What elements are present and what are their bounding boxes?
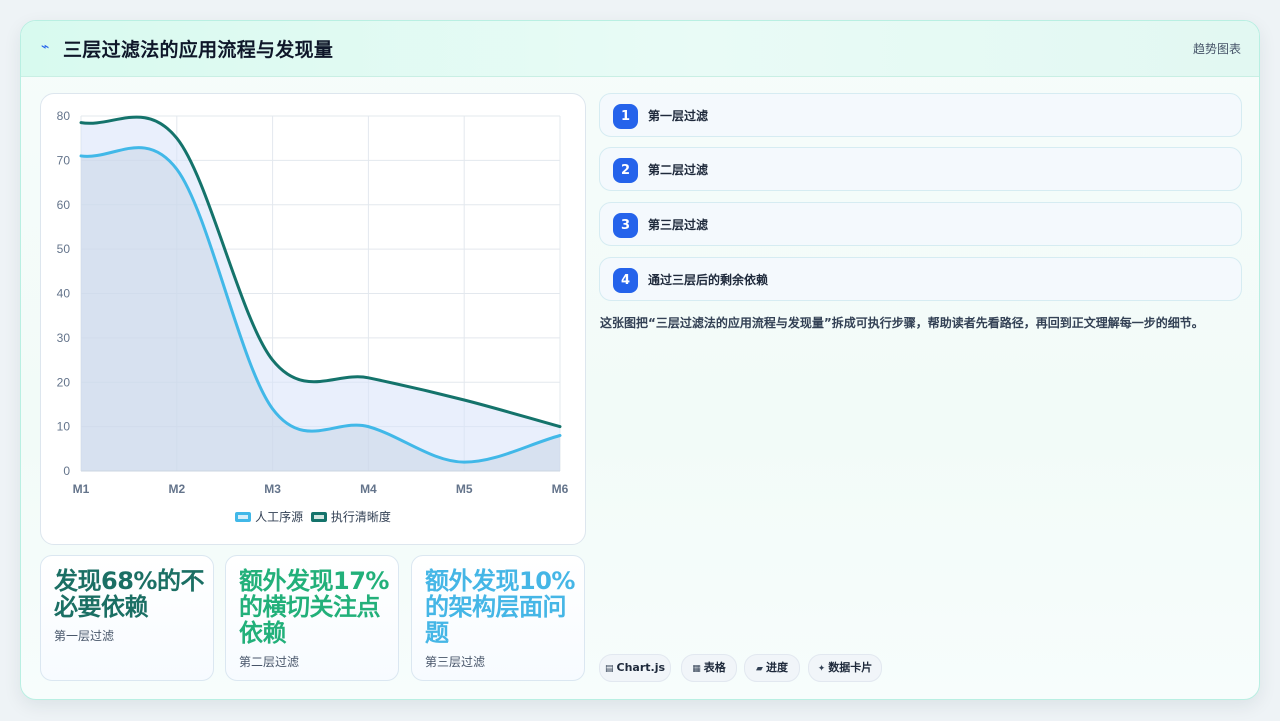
chart-card: 0 10 20 30 40 50 60 70 80 M1 M2 M3 M4 M5 M6 人工序源 执行清晰度: [40, 93, 586, 545]
step-label: 第三层过滤: [648, 218, 709, 232]
legend-item-series-0[interactable]: 人工序源: [235, 508, 303, 525]
chip-label: 进度: [765, 661, 788, 674]
step-label: 第二层过滤: [648, 163, 709, 177]
x-tick-label: M5: [456, 482, 473, 496]
y-tick-label: 30: [57, 331, 71, 345]
legend-swatch: [235, 511, 252, 522]
stat-label: 第三层过滤: [425, 655, 486, 669]
chart-icon: ▤: [604, 664, 614, 674]
main-card: ⌁ 三层过滤法的应用流程与发现量 趋势图表 0 10 20 30 40 50 60 70 80 M…: [20, 20, 1260, 700]
step-number-badge: 2: [613, 158, 638, 183]
lightning-icon: ⌁: [41, 39, 50, 55]
chip-label: 数据卡片: [828, 661, 873, 674]
legend-label: 执行清晰度: [330, 510, 391, 524]
legend-label: 人工序源: [255, 510, 304, 524]
y-tick-label: 20: [57, 375, 71, 389]
chip-data-card[interactable]: ✦ 数据卡片: [808, 654, 882, 682]
x-tick-label: M6: [552, 482, 569, 496]
y-tick-label: 80: [57, 109, 71, 123]
line-chart: 0 10 20 30 40 50 60 70 80 M1 M2 M3 M4 M5 M6: [57, 109, 569, 496]
table-icon: ▦: [692, 664, 701, 674]
x-tick-label: M4: [360, 482, 377, 496]
y-tick-label: 10: [57, 420, 71, 434]
legend-swatch: [310, 511, 327, 522]
stat-label: 第一层过滤: [54, 629, 115, 643]
stat-card-1: 发现68%的不必要依赖 第一层过滤: [40, 555, 214, 681]
x-tick-label: M1: [73, 482, 90, 496]
chip-chartjs[interactable]: ▤ Chart.js: [599, 654, 671, 682]
step-item-4[interactable]: 4 通过三层后的剩余依赖: [599, 257, 1242, 301]
step-item-3[interactable]: 3 第三层过滤: [599, 202, 1242, 246]
y-tick-label: 50: [57, 242, 71, 256]
y-tick-label: 70: [57, 153, 71, 167]
chip-label: 表格: [703, 661, 726, 674]
stat-value: 发现68%的不必要依赖: [54, 567, 204, 621]
progress-icon: ▰: [756, 664, 763, 674]
legend-item-series-1[interactable]: 执行清晰度: [310, 508, 391, 525]
step-number-badge: 1: [613, 104, 638, 129]
sparkle-icon: ✦: [817, 664, 826, 674]
x-tick-label: M2: [168, 482, 185, 496]
stat-value: 额外发现17%的横切关注点依赖: [239, 567, 389, 647]
step-item-2[interactable]: 2 第二层过滤: [599, 147, 1242, 191]
y-tick-label: 60: [57, 198, 71, 212]
step-number-badge: 4: [613, 268, 638, 293]
step-number-badge: 3: [613, 213, 638, 238]
step-item-1[interactable]: 1 第一层过滤: [599, 93, 1242, 137]
x-tick-label: M3: [264, 482, 281, 496]
stat-card-3: 额外发现10%的架构层面问题 第三层过滤: [411, 555, 585, 681]
stat-card-2: 额外发现17%的横切关注点依赖 第二层过滤: [225, 555, 399, 681]
chip-progress[interactable]: ▰ 进度: [744, 654, 800, 682]
description-text: 这张图把“三层过滤法的应用流程与发现量”拆成可执行步骤，帮助读者先看路径，再回到…: [600, 316, 1204, 330]
chip-label: Chart.js: [616, 661, 666, 674]
step-label: 通过三层后的剩余依赖: [648, 273, 769, 287]
chart-type-tag: 趋势图表: [1192, 42, 1241, 56]
chart-legend: 人工序源 执行清晰度: [41, 508, 585, 526]
step-label: 第一层过滤: [648, 109, 709, 123]
y-tick-label: 0: [63, 464, 70, 478]
y-tick-label: 40: [57, 287, 71, 301]
header: ⌁ 三层过滤法的应用流程与发现量 趋势图表: [21, 21, 1259, 77]
chip-table[interactable]: ▦ 表格: [681, 654, 737, 682]
stat-value: 额外发现10%的架构层面问题: [425, 567, 575, 647]
page-title: 三层过滤法的应用流程与发现量: [63, 39, 334, 61]
stat-label: 第二层过滤: [239, 655, 300, 669]
